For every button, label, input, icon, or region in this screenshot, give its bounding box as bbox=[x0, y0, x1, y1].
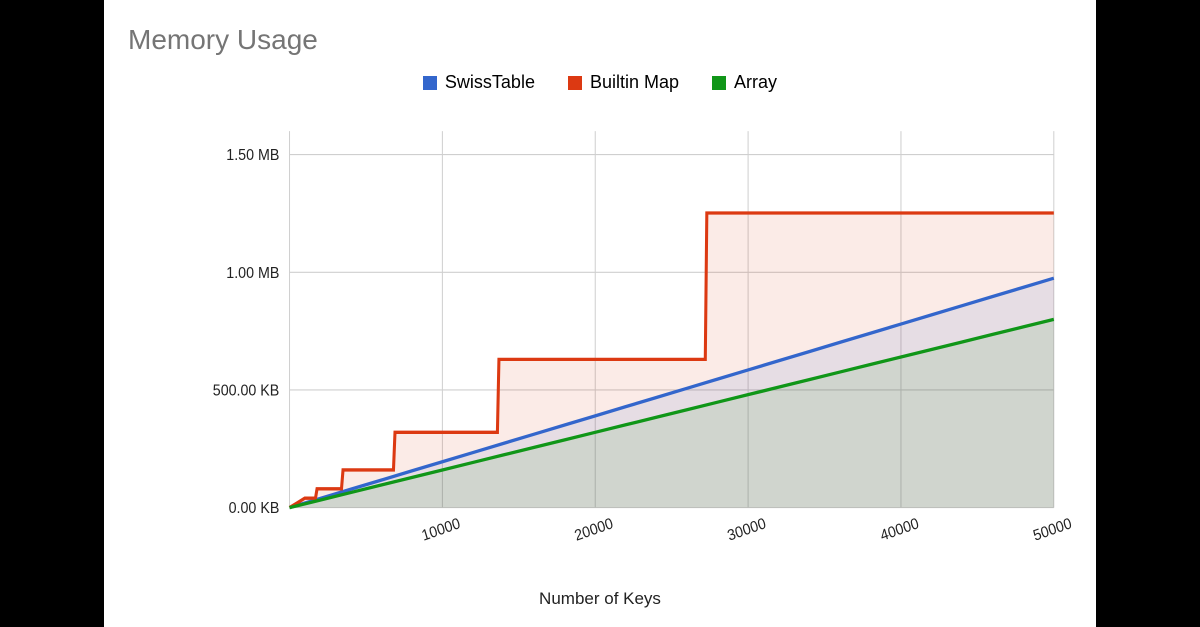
y-axis: 0.00 KB 500.00 KB 1.00 MB 1.50 MB bbox=[213, 148, 280, 518]
svg-text:30000: 30000 bbox=[726, 516, 768, 545]
plot-area: 0.00 KB 500.00 KB 1.00 MB 1.50 MB 10000 2000… bbox=[208, 120, 1064, 563]
x-axis: 10000 20000 30000 40000 50000 bbox=[420, 516, 1074, 545]
svg-text:1.50 MB: 1.50 MB bbox=[226, 148, 279, 165]
svg-text:500.00 KB: 500.00 KB bbox=[213, 383, 280, 400]
legend-swatch-builtinmap bbox=[568, 76, 582, 90]
frame: Memory Usage SwissTable Builtin Map Arra… bbox=[0, 0, 1200, 627]
legend-item-builtinmap: Builtin Map bbox=[568, 72, 679, 93]
chart-svg: 0.00 KB 500.00 KB 1.00 MB 1.50 MB 10000 2000… bbox=[208, 120, 1064, 563]
legend-item-swisstable: SwissTable bbox=[423, 72, 535, 93]
svg-text:10000: 10000 bbox=[420, 516, 462, 545]
legend-label-builtinmap: Builtin Map bbox=[590, 72, 679, 93]
legend-swatch-array bbox=[712, 76, 726, 90]
legend-label-swisstable: SwissTable bbox=[445, 72, 535, 93]
svg-text:20000: 20000 bbox=[573, 516, 615, 545]
legend-label-array: Array bbox=[734, 72, 777, 93]
left-margin-bar bbox=[0, 0, 104, 627]
legend: SwissTable Builtin Map Array bbox=[104, 72, 1096, 95]
legend-swatch-swisstable bbox=[423, 76, 437, 90]
chart-title: Memory Usage bbox=[128, 24, 318, 56]
chart-content: Memory Usage SwissTable Builtin Map Arra… bbox=[104, 0, 1096, 627]
svg-text:1.00 MB: 1.00 MB bbox=[226, 265, 279, 282]
svg-text:50000: 50000 bbox=[1031, 516, 1073, 545]
svg-text:0.00 KB: 0.00 KB bbox=[229, 501, 280, 518]
x-axis-label: Number of Keys bbox=[104, 589, 1096, 609]
legend-item-array: Array bbox=[712, 72, 777, 93]
right-margin-bar bbox=[1096, 0, 1200, 627]
svg-text:40000: 40000 bbox=[879, 516, 921, 545]
